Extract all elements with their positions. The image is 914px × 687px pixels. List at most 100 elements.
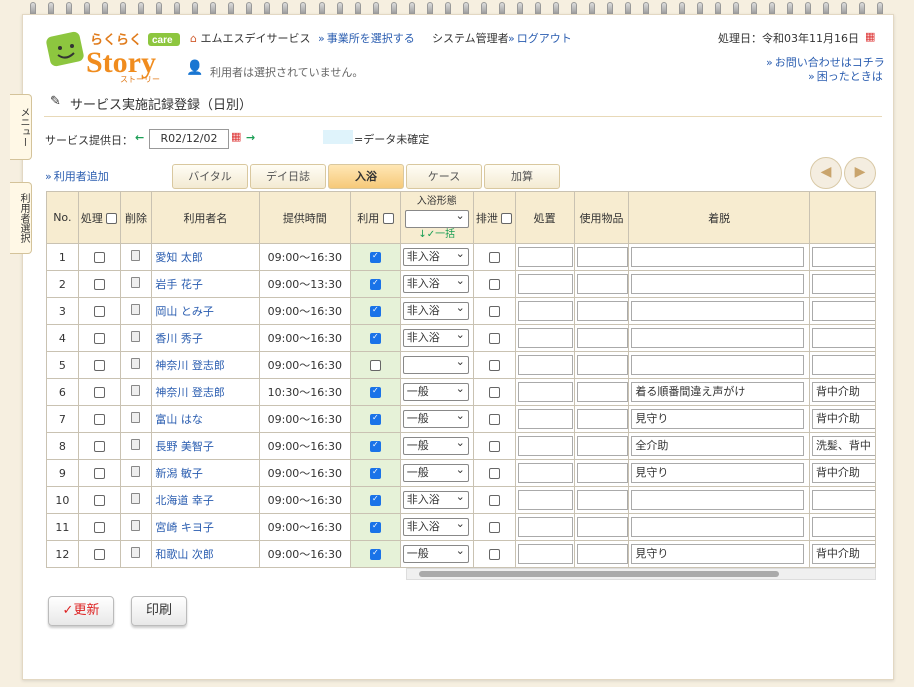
row-items-input[interactable] — [576, 247, 628, 267]
user-select-tab[interactable]: 利用者選択 — [10, 182, 32, 254]
trash-icon[interactable] — [131, 277, 141, 288]
row-bath-select[interactable]: 非入浴 — [402, 327, 469, 347]
row-items-input[interactable] — [576, 274, 628, 294]
process-all-checkbox[interactable] — [106, 213, 118, 224]
row-use-checkbox[interactable] — [369, 278, 381, 290]
horizontal-scrollbar[interactable] — [406, 568, 876, 580]
row-dressing-input[interactable]: 全介助 — [631, 436, 804, 456]
row-extra-input[interactable] — [811, 301, 875, 321]
use-all-checkbox[interactable] — [382, 213, 394, 224]
row-process-checkbox[interactable] — [93, 441, 105, 452]
row-extra-input[interactable] — [811, 274, 875, 294]
row-excretion-checkbox[interactable] — [488, 414, 500, 425]
row-items-input[interactable] — [576, 382, 628, 402]
next-date-icon[interactable]: → — [246, 131, 255, 144]
tab-day-log[interactable]: デイ日誌 — [250, 164, 326, 189]
row-treatment-input[interactable] — [517, 247, 574, 267]
trash-icon[interactable] — [131, 547, 141, 558]
excretion-all-checkbox[interactable] — [501, 213, 513, 224]
trash-icon[interactable] — [131, 358, 141, 369]
row-user-name[interactable]: 北海道 幸子 — [151, 486, 260, 514]
row-treatment-input[interactable] — [517, 490, 574, 510]
scroll-right-button[interactable]: ▶ — [844, 157, 876, 189]
calendar-icon[interactable]: ▦ — [865, 30, 875, 43]
tab-bath[interactable]: 入浴 — [328, 164, 404, 189]
row-process-checkbox[interactable] — [93, 306, 105, 317]
row-user-name[interactable]: 新潟 敏子 — [151, 459, 260, 487]
date-calendar-icon[interactable]: ▦ — [231, 130, 241, 143]
row-items-input[interactable] — [576, 301, 628, 321]
row-items-input[interactable] — [576, 544, 628, 564]
logout-link[interactable]: » ログアウト — [508, 30, 572, 46]
row-bath-select[interactable] — [402, 354, 469, 374]
row-user-name[interactable]: 岡山 とみ子 — [151, 297, 260, 325]
row-dressing-input[interactable] — [631, 490, 804, 510]
row-use-checkbox[interactable] — [369, 386, 381, 398]
trash-icon[interactable] — [131, 493, 141, 504]
row-use-checkbox[interactable] — [369, 548, 381, 560]
row-process-checkbox[interactable] — [93, 252, 105, 263]
row-dressing-input[interactable]: 見守り — [631, 463, 804, 483]
row-excretion-checkbox[interactable] — [488, 468, 500, 479]
row-extra-input[interactable]: 背中介助 — [811, 463, 875, 483]
update-button[interactable]: ✓更新 — [48, 596, 114, 626]
row-excretion-checkbox[interactable] — [488, 279, 500, 290]
row-user-name[interactable]: 長野 美智子 — [151, 432, 260, 460]
row-dressing-input[interactable]: 見守り — [631, 409, 804, 429]
trash-icon[interactable] — [131, 250, 141, 261]
row-extra-input[interactable] — [811, 328, 875, 348]
select-office-link[interactable]: » 事業所を選択する — [318, 30, 415, 46]
row-user-name[interactable]: 神奈川 登志郎 — [151, 378, 260, 406]
row-process-checkbox[interactable] — [93, 333, 105, 344]
add-user-link[interactable]: » 利用者追加 — [45, 168, 109, 184]
row-items-input[interactable] — [576, 517, 628, 537]
prev-date-icon[interactable]: ← — [135, 131, 144, 144]
row-treatment-input[interactable] — [517, 355, 574, 375]
row-bath-select[interactable]: 一般 — [402, 543, 469, 563]
row-treatment-input[interactable] — [517, 301, 574, 321]
row-bath-select[interactable]: 非入浴 — [402, 489, 469, 509]
row-bath-select[interactable]: 一般 — [402, 408, 469, 428]
row-user-name[interactable]: 香川 秀子 — [151, 324, 260, 352]
row-bath-select[interactable]: 非入浴 — [402, 246, 469, 266]
row-dressing-input[interactable] — [631, 517, 804, 537]
row-use-checkbox[interactable] — [369, 521, 381, 533]
row-use-checkbox[interactable] — [369, 467, 381, 479]
row-extra-input[interactable]: 洗髪、背中 — [811, 436, 875, 456]
row-use-checkbox[interactable] — [369, 251, 381, 263]
row-dressing-input[interactable] — [631, 355, 804, 375]
trash-icon[interactable] — [131, 520, 141, 531]
print-button[interactable]: 印刷 — [131, 596, 187, 626]
row-use-checkbox[interactable] — [369, 413, 381, 425]
row-extra-input[interactable]: 背中介助 — [811, 544, 875, 564]
scroll-left-button[interactable]: ◀ — [810, 157, 842, 189]
row-excretion-checkbox[interactable] — [488, 495, 500, 506]
row-process-checkbox[interactable] — [93, 468, 105, 479]
row-use-checkbox[interactable] — [369, 332, 381, 344]
row-bath-select[interactable]: 非入浴 — [402, 273, 469, 293]
help-link[interactable]: » 困ったときは — [808, 68, 883, 84]
row-items-input[interactable] — [576, 490, 628, 510]
row-treatment-input[interactable] — [517, 328, 574, 348]
row-extra-input[interactable]: 背中介助 — [811, 409, 875, 429]
row-dressing-input[interactable] — [631, 274, 804, 294]
row-use-checkbox[interactable] — [369, 494, 381, 506]
trash-icon[interactable] — [131, 385, 141, 396]
row-dressing-input[interactable] — [631, 301, 804, 321]
row-dressing-input[interactable]: 見守り — [631, 544, 804, 564]
row-use-checkbox[interactable] — [369, 360, 381, 371]
row-treatment-input[interactable] — [517, 409, 574, 429]
row-user-name[interactable]: 和歌山 次郎 — [151, 540, 260, 568]
row-process-checkbox[interactable] — [93, 387, 105, 398]
row-process-checkbox[interactable] — [93, 360, 105, 371]
row-treatment-input[interactable] — [517, 274, 574, 294]
trash-icon[interactable] — [131, 466, 141, 477]
bulk-apply-link[interactable]: ↓✓一括 — [401, 228, 472, 241]
row-excretion-checkbox[interactable] — [488, 549, 500, 560]
row-excretion-checkbox[interactable] — [488, 306, 500, 317]
tab-case[interactable]: ケース — [406, 164, 482, 189]
row-treatment-input[interactable] — [517, 382, 574, 402]
row-dressing-input[interactable] — [631, 247, 804, 267]
row-items-input[interactable] — [576, 355, 628, 375]
row-extra-input[interactable] — [811, 517, 875, 537]
